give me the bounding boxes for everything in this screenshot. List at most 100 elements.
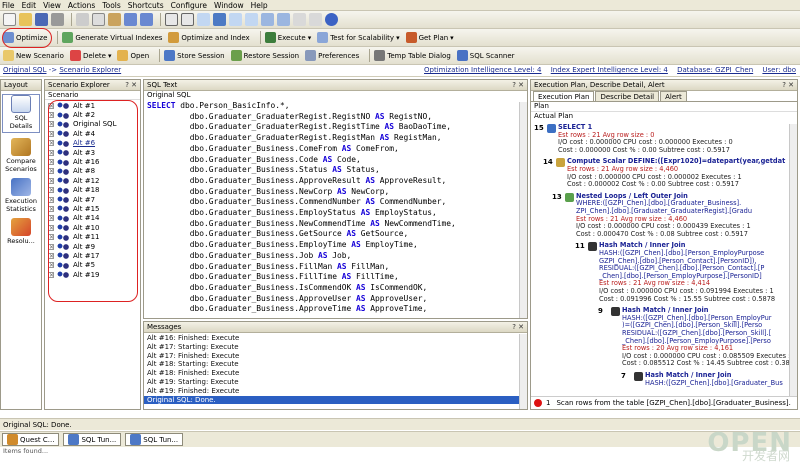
scalability-icon <box>317 32 329 43</box>
layout-execution-statistics[interactable]: Execution Statistics <box>1 178 41 213</box>
format-icon[interactable] <box>197 13 210 26</box>
close-icon[interactable]: ? ✕ <box>512 323 524 331</box>
sql-line: dbo.Graduater_Business.Job AS Job, <box>147 251 527 262</box>
menu-window[interactable]: Window <box>214 1 244 10</box>
plan-node[interactable]: Hash Match / Inner Join HASH:([GZPI_Chen]… <box>645 371 783 387</box>
new-icon[interactable] <box>3 13 16 26</box>
open-icon[interactable] <box>19 13 32 26</box>
outdent-icon[interactable] <box>245 13 258 26</box>
database-name[interactable]: Database: GZPI_Chen <box>677 66 753 74</box>
button-label: Preferences <box>318 51 360 60</box>
chevron-down-icon[interactable]: ▾ <box>450 34 454 42</box>
message-item[interactable]: Alt #16: Finished: Execute <box>144 334 527 343</box>
cut-icon[interactable] <box>76 13 89 26</box>
menu-actions[interactable]: Actions <box>68 1 95 10</box>
sql-subtitle: Original SQL <box>147 91 191 99</box>
close-icon[interactable]: ? ✕ <box>125 81 137 89</box>
sql-editor[interactable]: SELECT dbo.Person_BasicInfo.*, dbo.Gradu… <box>144 101 527 315</box>
button-store-session[interactable]: Store Session <box>164 50 225 61</box>
close-icon[interactable]: ? ✕ <box>782 81 794 89</box>
message-item[interactable]: Alt #17: Finished: Execute <box>144 352 527 361</box>
uncomment-icon[interactable] <box>277 13 290 26</box>
plan-scrollbar[interactable] <box>789 124 797 396</box>
button-generate-virtual-indexes[interactable]: Generate Virtual Indexes <box>62 32 162 43</box>
button-temp-table-dialog[interactable]: Temp Table Dialog <box>374 50 451 61</box>
taskbar-label: Quest C... <box>20 435 55 444</box>
help-icon[interactable] <box>325 13 338 26</box>
chevron-down-icon[interactable]: ▾ <box>108 52 112 60</box>
sql-line: dbo.Graduater_Business.EmployStatus AS E… <box>147 208 527 219</box>
sql-text: ApproveTime, <box>365 304 428 314</box>
layout-compare-scenarios[interactable]: Compare Scenarios <box>1 138 41 173</box>
menu-edit[interactable]: Edit <box>22 1 37 10</box>
chevron-down-icon[interactable]: ▾ <box>308 34 312 42</box>
menu-shortcuts[interactable]: Shortcuts <box>128 1 164 10</box>
sql-line: dbo.Graduater_Business.ComeFrom AS ComeF… <box>147 144 527 155</box>
message-item[interactable]: Original SQL: Done. <box>144 395 527 405</box>
menu-configure[interactable]: Configure <box>171 1 207 10</box>
tab-execution-plan[interactable]: Execution Plan <box>533 91 595 101</box>
paste-icon[interactable] <box>108 13 121 26</box>
button-new-scenario[interactable]: New Scenario <box>3 50 64 61</box>
messages-scrollbar[interactable] <box>519 334 527 409</box>
save-icon[interactable] <box>35 13 48 26</box>
breadcrumb-scenario-explorer[interactable]: Scenario Explorer <box>59 66 121 74</box>
menu-file[interactable]: File <box>2 1 15 10</box>
index-expert-level[interactable]: Index Expert Intelligence Level: 4 <box>551 66 668 74</box>
plan-node[interactable]: Nested Loops / Left Outer Join WHERE:([GZ… <box>576 192 752 239</box>
message-item[interactable]: Alt #19: Starting: Execute <box>144 378 527 387</box>
button-preferences[interactable]: Preferences <box>305 50 359 61</box>
sql-line: dbo.Graduater_GraduaterRegist.RegistMan … <box>147 133 527 144</box>
undo-icon[interactable] <box>124 13 137 26</box>
message-item[interactable]: Alt #18: Finished: Execute <box>144 369 527 378</box>
copy-icon[interactable] <box>92 13 105 26</box>
redo-icon[interactable] <box>140 13 153 26</box>
replace-icon[interactable] <box>181 13 194 26</box>
message-item[interactable]: Alt #19: Finished: Execute <box>144 387 527 396</box>
taskbar-item[interactable]: SQL Tun... <box>63 433 122 446</box>
layout-sql-details[interactable]: SQL Details <box>2 94 40 133</box>
plan-node[interactable]: Compute Scalar DEFINE:([Expr1020]=datepa… <box>567 158 785 188</box>
status-text: Original SQL: Done. <box>3 420 72 429</box>
plan-node[interactable]: Hash Match / Inner Join HASH:([GZPI_Chen]… <box>622 307 789 368</box>
menu-tools[interactable]: Tools <box>102 1 120 10</box>
button-optimize-and-index[interactable]: Optimize and Index <box>168 32 250 43</box>
lower-case-icon[interactable] <box>309 13 322 26</box>
upper-case-icon[interactable] <box>293 13 306 26</box>
close-icon[interactable]: ? ✕ <box>512 81 524 89</box>
session-toolbar: New Scenario Delete ▾ Open Store Session Rest… <box>0 47 800 65</box>
sql-text: ApproveUser, <box>365 293 428 303</box>
taskbar-item[interactable]: SQL Tun... <box>125 433 184 446</box>
plan-operator-icon <box>547 124 556 133</box>
sql-scanner-icon <box>456 50 468 61</box>
comment-icon[interactable] <box>261 13 274 26</box>
layout-resolution[interactable]: Resolu... <box>1 218 41 245</box>
user-name[interactable]: User: dbo <box>762 66 796 74</box>
message-item[interactable]: Alt #17: Starting: Execute <box>144 343 527 352</box>
sql-scrollbar[interactable] <box>519 102 527 318</box>
button-get-plan[interactable]: Get Plan ▾ <box>405 32 454 43</box>
breadcrumb-original-sql[interactable]: Original SQL <box>3 66 46 74</box>
indent-icon[interactable] <box>229 13 242 26</box>
button-restore-session[interactable]: Restore Session <box>230 50 299 61</box>
plan-operator-icon <box>565 192 574 202</box>
tab-alert[interactable]: Alert <box>660 91 687 101</box>
tab-describe-detail[interactable]: Describe Detail <box>595 91 660 101</box>
plan-node[interactable]: Hash Match / Inner Join HASH:([GZPI_Chen]… <box>599 242 775 303</box>
menu-view[interactable]: View <box>43 1 61 10</box>
menu-help[interactable]: Help <box>251 1 268 10</box>
message-item[interactable]: Alt #18: Starting: Execute <box>144 360 527 369</box>
print-icon[interactable] <box>51 13 64 26</box>
button-delete[interactable]: Delete ▾ <box>69 50 112 61</box>
optimization-level[interactable]: Optimization Intelligence Level: 4 <box>424 66 541 74</box>
sql-line: dbo.Graduater_Business.ApproveTime AS Ap… <box>147 304 527 315</box>
button-test-for-scalability[interactable]: Test for Scalability ▾ <box>317 32 400 43</box>
find-icon[interactable] <box>165 13 178 26</box>
plan-node[interactable]: SELECT 1 Est rows : 21 Avg row size : 0 I/… <box>558 124 733 154</box>
button-execute[interactable]: Execute ▾ <box>264 32 312 43</box>
chevron-down-icon[interactable]: ▾ <box>396 34 400 42</box>
button-open[interactable]: Open <box>117 50 149 61</box>
bookmark-icon[interactable] <box>213 13 226 26</box>
taskbar-item[interactable]: Quest C... <box>2 433 60 446</box>
button-sql-scanner[interactable]: SQL Scanner <box>456 50 515 61</box>
